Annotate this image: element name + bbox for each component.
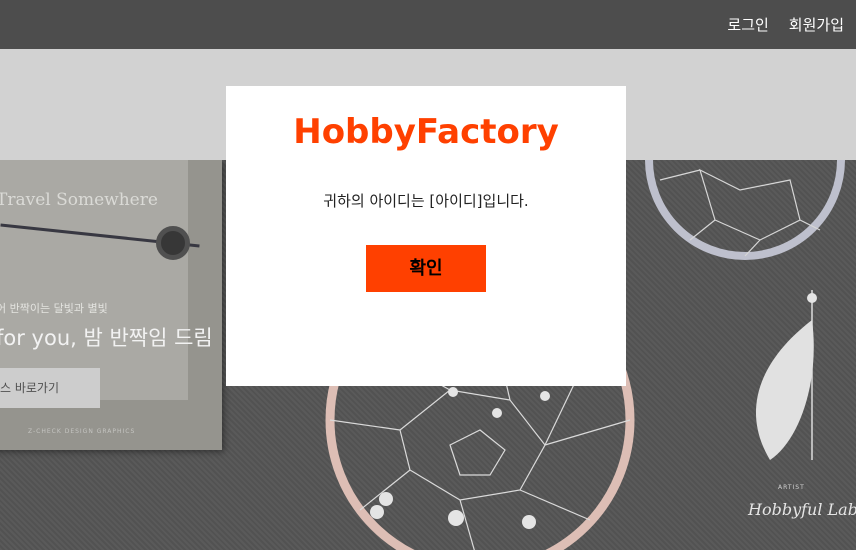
promo-card-button[interactable]: 스 바로가기 [0, 368, 100, 408]
beads [370, 387, 550, 529]
confirm-button[interactable]: 확인 [366, 245, 486, 292]
feather [755, 320, 814, 460]
id-result-modal: HobbyFactory 귀하의 아이디는 [아이디]입니다. 확인 [226, 86, 626, 386]
promo-card-caption: Z-CHECK DESIGN GRAPHICS [28, 428, 136, 435]
top-nav: 로그인 회원가입 [727, 14, 844, 35]
modal-message: 귀하의 아이디는 [아이디]입니다. [323, 192, 529, 210]
small-dreamcatcher-ring [645, 160, 845, 260]
promo-card-title: Travel Somewhere [0, 190, 158, 210]
watermark-artist: ARTIST [778, 484, 805, 491]
watermark-signature: Hobbyful Lab [748, 500, 856, 519]
card-button-knob [156, 226, 190, 260]
promo-card-headline: for you, 밤 반짝임 드림 [0, 326, 213, 350]
login-link[interactable]: 로그인 [727, 14, 768, 35]
top-bar: 로그인 회원가입 [0, 0, 856, 49]
promo-card-subtitle: 어 반짝이는 달빛과 별빛 [0, 302, 108, 315]
signup-link[interactable]: 회원가입 [789, 14, 844, 35]
promo-card: Travel Somewhere 어 반짝이는 달빛과 별빛 for you, … [0, 160, 222, 450]
modal-title: HobbyFactory [293, 112, 559, 152]
